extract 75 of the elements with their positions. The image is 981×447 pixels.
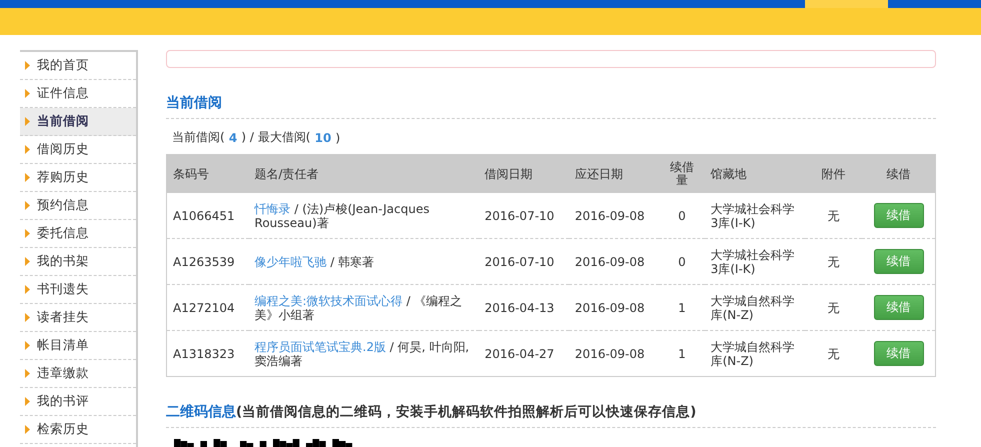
column-header: 题名/责任者 (248, 154, 479, 193)
sidebar-item[interactable]: 我的书架 (20, 248, 136, 276)
arrow-icon (25, 397, 30, 406)
table-cell: A1263539 (166, 238, 249, 284)
qr-section-note: (当前借阅信息的二维码，安装手机解码软件拍照解析后可以快速保存信息) (236, 403, 696, 421)
column-header: 应还日期 (568, 154, 660, 193)
table-cell: 大学城社会科学3库(I-K) (704, 238, 805, 284)
table-cell: 0 (659, 238, 705, 284)
sidebar-item[interactable]: 违章缴款 (20, 360, 136, 388)
arrow-icon (25, 89, 30, 98)
sidebar-item[interactable]: 帐目清单 (20, 332, 136, 360)
table-cell: 2016-09-08 (568, 284, 660, 330)
table-cell: 2016-07-10 (478, 193, 569, 238)
arrow-icon (25, 313, 30, 322)
sidebar-item[interactable]: 我的首页 (20, 52, 136, 80)
arrow-icon (25, 117, 30, 126)
sidebar-item[interactable]: 当前借阅 (20, 108, 136, 136)
book-title-link[interactable]: 忏悔录 (254, 202, 291, 216)
arrow-icon (25, 229, 30, 238)
column-header: 续借量 (659, 154, 705, 193)
column-header: 条码号 (166, 154, 249, 193)
table-cell: 2016-09-08 (568, 238, 660, 284)
table-cell: 2016-09-08 (568, 330, 660, 376)
current-label: 当前借阅( (172, 129, 225, 146)
book-title-link[interactable]: 像少年啦飞驰 (254, 254, 327, 268)
arrow-icon (25, 369, 30, 378)
table-cell: 无 (804, 284, 862, 330)
current-count: 4 (228, 130, 238, 144)
sidebar-item[interactable]: 读者挂失 (20, 304, 136, 332)
section-title: 当前借阅 (166, 94, 936, 119)
arrow-icon (25, 285, 30, 294)
column-header: 借阅日期 (478, 154, 569, 193)
title-cell: 像少年啦飞驰 / 韩寒著 (248, 238, 479, 284)
title-cell: 编程之美:微软技术面试心得 / 《编程之美》小组著 (248, 284, 479, 330)
arrow-icon (25, 61, 30, 70)
table-cell: 2016-04-13 (478, 284, 569, 330)
arrow-icon (25, 341, 30, 350)
title-cell: 程序员面试笔试宝典.2版 / 何昊, 叶向阳, 窦浩编著 (248, 330, 479, 376)
bracket: ) (336, 130, 340, 144)
column-header: 续借 (862, 154, 936, 193)
table-cell: 2016-04-27 (478, 330, 569, 376)
book-title-link[interactable]: 程序员面试笔试宝典.2版 (254, 340, 386, 354)
sidebar-item[interactable]: 我的书评 (20, 388, 136, 416)
sidebar-item[interactable]: 委托信息 (20, 220, 136, 248)
table-cell: A1272104 (166, 284, 249, 330)
table-cell: 无 (804, 193, 862, 238)
table-cell: 无 (804, 330, 862, 376)
max-label: ) / 最大借阅( (241, 129, 310, 146)
table-cell: 1 (659, 330, 705, 376)
column-header: 附件 (804, 154, 862, 193)
sidebar-item[interactable]: 荐购历史 (20, 164, 136, 192)
table-cell: A1318323 (166, 330, 249, 376)
table-cell: 2016-07-10 (478, 238, 569, 284)
sidebar-item[interactable]: 预约信息 (20, 192, 136, 220)
qr-section-title: 二维码信息 (166, 403, 236, 421)
arrow-icon (25, 425, 30, 434)
title-cell: 忏悔录 / (法)卢梭(Jean-Jacques Rousseau)著 (248, 193, 479, 238)
sidebar-item[interactable]: 借阅历史 (20, 136, 136, 164)
arrow-icon (25, 201, 30, 210)
table-cell: 0 (659, 193, 705, 238)
arrow-icon (25, 145, 30, 154)
table-cell: 大学城自然科学库(N-Z) (704, 284, 805, 330)
max-count: 10 (314, 130, 332, 144)
book-title-link[interactable]: 编程之美:微软技术面试心得 (254, 294, 403, 308)
sidebar-item[interactable]: 检索历史 (20, 416, 136, 444)
table-cell: 无 (804, 238, 862, 284)
table-cell: 大学城自然科学库(N-Z) (704, 330, 805, 376)
arrow-icon (25, 173, 30, 182)
sidebar-item[interactable]: 书刊遗失 (20, 276, 136, 304)
table-cell: 1 (659, 284, 705, 330)
table-cell: 大学城社会科学3库(I-K) (704, 193, 805, 238)
table-cell: 2016-09-08 (568, 193, 660, 238)
arrow-icon (25, 257, 30, 266)
table-cell: A1066451 (166, 193, 249, 238)
column-header: 馆藏地 (704, 154, 805, 193)
